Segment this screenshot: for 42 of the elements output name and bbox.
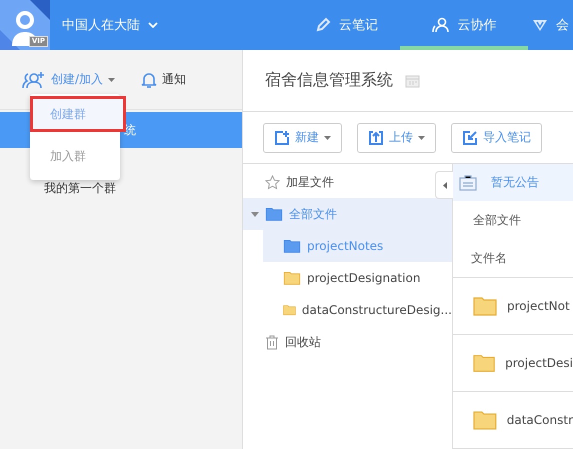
- bell-icon: [141, 70, 158, 88]
- notice-text: 暂无公告: [491, 174, 539, 192]
- folder-icon: [473, 410, 497, 430]
- toolbar-button[interactable]: 通知: [141, 70, 186, 88]
- star-icon: [265, 174, 280, 190]
- notice-board-icon: [459, 174, 477, 191]
- chevron-down-icon[interactable]: [148, 22, 158, 28]
- file-row[interactable]: projectNot: [453, 278, 573, 335]
- user-name[interactable]: 中国人在大陆: [62, 16, 140, 34]
- caret-left-icon: [442, 182, 446, 188]
- toolbar-button[interactable]: 新建: [263, 122, 342, 152]
- menu-item[interactable]: 创建群: [30, 96, 126, 132]
- folder-icon: [473, 352, 496, 373]
- tree-item[interactable]: 加星文件: [243, 166, 433, 198]
- tree-item[interactable]: 回收站: [243, 326, 452, 358]
- notebook-title: 宿舍信息管理系统: [265, 70, 393, 91]
- file-row[interactable]: projectDesi: [453, 334, 573, 392]
- nav-tab[interactable]: 云笔记: [293, 0, 400, 50]
- add-user-icon: [22, 70, 46, 88]
- folder-icon: [473, 296, 497, 316]
- v-logo-icon: [532, 18, 548, 32]
- nav-tab[interactable]: 会: [528, 0, 573, 50]
- folder-item[interactable]: dataConstructureDesig...: [263, 294, 452, 326]
- folder-item[interactable]: projectDesignation: [263, 262, 452, 294]
- file-row[interactable]: dataConstr: [453, 392, 573, 449]
- person-icon: [432, 17, 450, 33]
- upload-icon: [368, 130, 384, 146]
- add-document-icon: [274, 130, 290, 146]
- column-header[interactable]: 文件名: [453, 240, 573, 278]
- expand-arrow-icon[interactable]: [251, 212, 259, 216]
- tree-item[interactable]: 全部文件: [243, 198, 452, 230]
- collapse-button[interactable]: [435, 171, 453, 199]
- menu-item[interactable]: 加入群: [30, 138, 120, 174]
- folder-item[interactable]: projectNotes: [263, 230, 452, 262]
- toolbar-button[interactable]: 上传: [357, 122, 436, 152]
- breadcrumb[interactable]: 全部文件: [453, 201, 573, 241]
- toolbar-button[interactable]: 导入笔记: [451, 122, 542, 152]
- import-icon: [462, 130, 478, 146]
- toolbar-button[interactable]: 创建/加入: [22, 70, 116, 88]
- trash-icon: [265, 334, 279, 350]
- pencil-icon: [315, 17, 331, 33]
- nav-tab[interactable]: 云协作: [400, 0, 528, 50]
